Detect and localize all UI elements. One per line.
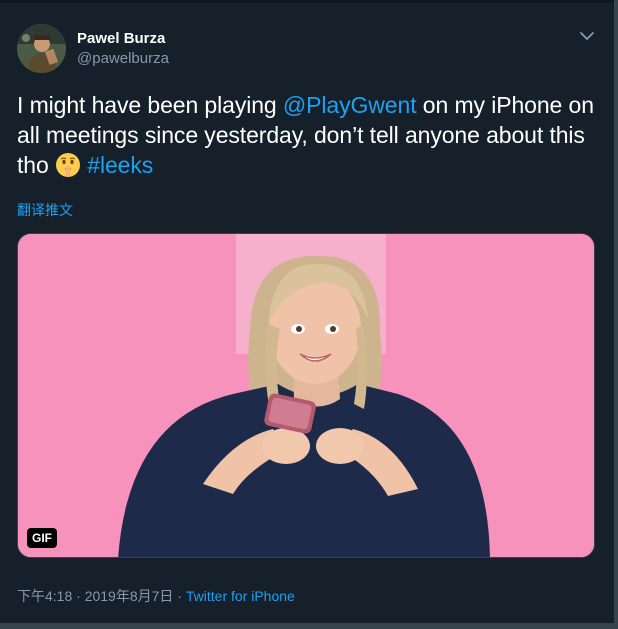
gif-badge: GIF xyxy=(27,528,57,548)
meta-separator-2: · xyxy=(173,588,186,604)
author-name[interactable]: Pawel Burza xyxy=(77,30,165,47)
meta-separator: · xyxy=(72,588,85,604)
tweet-text: I might have been playing @PlayGwent on … xyxy=(17,90,607,180)
gif-image xyxy=(18,234,594,557)
tweet-card: Pawel Burza @pawelburza I might have bee… xyxy=(0,0,618,629)
top-divider xyxy=(0,0,618,3)
translate-tweet-link[interactable]: 翻译推文 xyxy=(17,200,73,220)
avatar[interactable] xyxy=(17,24,66,73)
scrollbar-track[interactable] xyxy=(614,0,618,629)
chevron-down-icon[interactable] xyxy=(578,28,596,44)
mention-link[interactable]: @PlayGwent xyxy=(283,92,417,118)
tweet-date[interactable]: 2019年8月7日 xyxy=(85,588,174,604)
tweet-source-link[interactable]: Twitter for iPhone xyxy=(186,588,295,604)
hashtag-link[interactable]: #leeks xyxy=(87,152,153,178)
author-handle[interactable]: @pawelburza xyxy=(77,50,169,67)
tweet-text-part1: I might have been playing xyxy=(17,92,283,118)
shushing-face-emoji-icon xyxy=(55,152,81,178)
tweet-meta: 下午4:18 · 2019年8月7日 · Twitter for iPhone xyxy=(17,586,295,606)
tweet-time[interactable]: 下午4:18 xyxy=(17,588,72,604)
bottom-divider xyxy=(0,623,618,629)
gif-media[interactable]: GIF xyxy=(17,233,595,558)
